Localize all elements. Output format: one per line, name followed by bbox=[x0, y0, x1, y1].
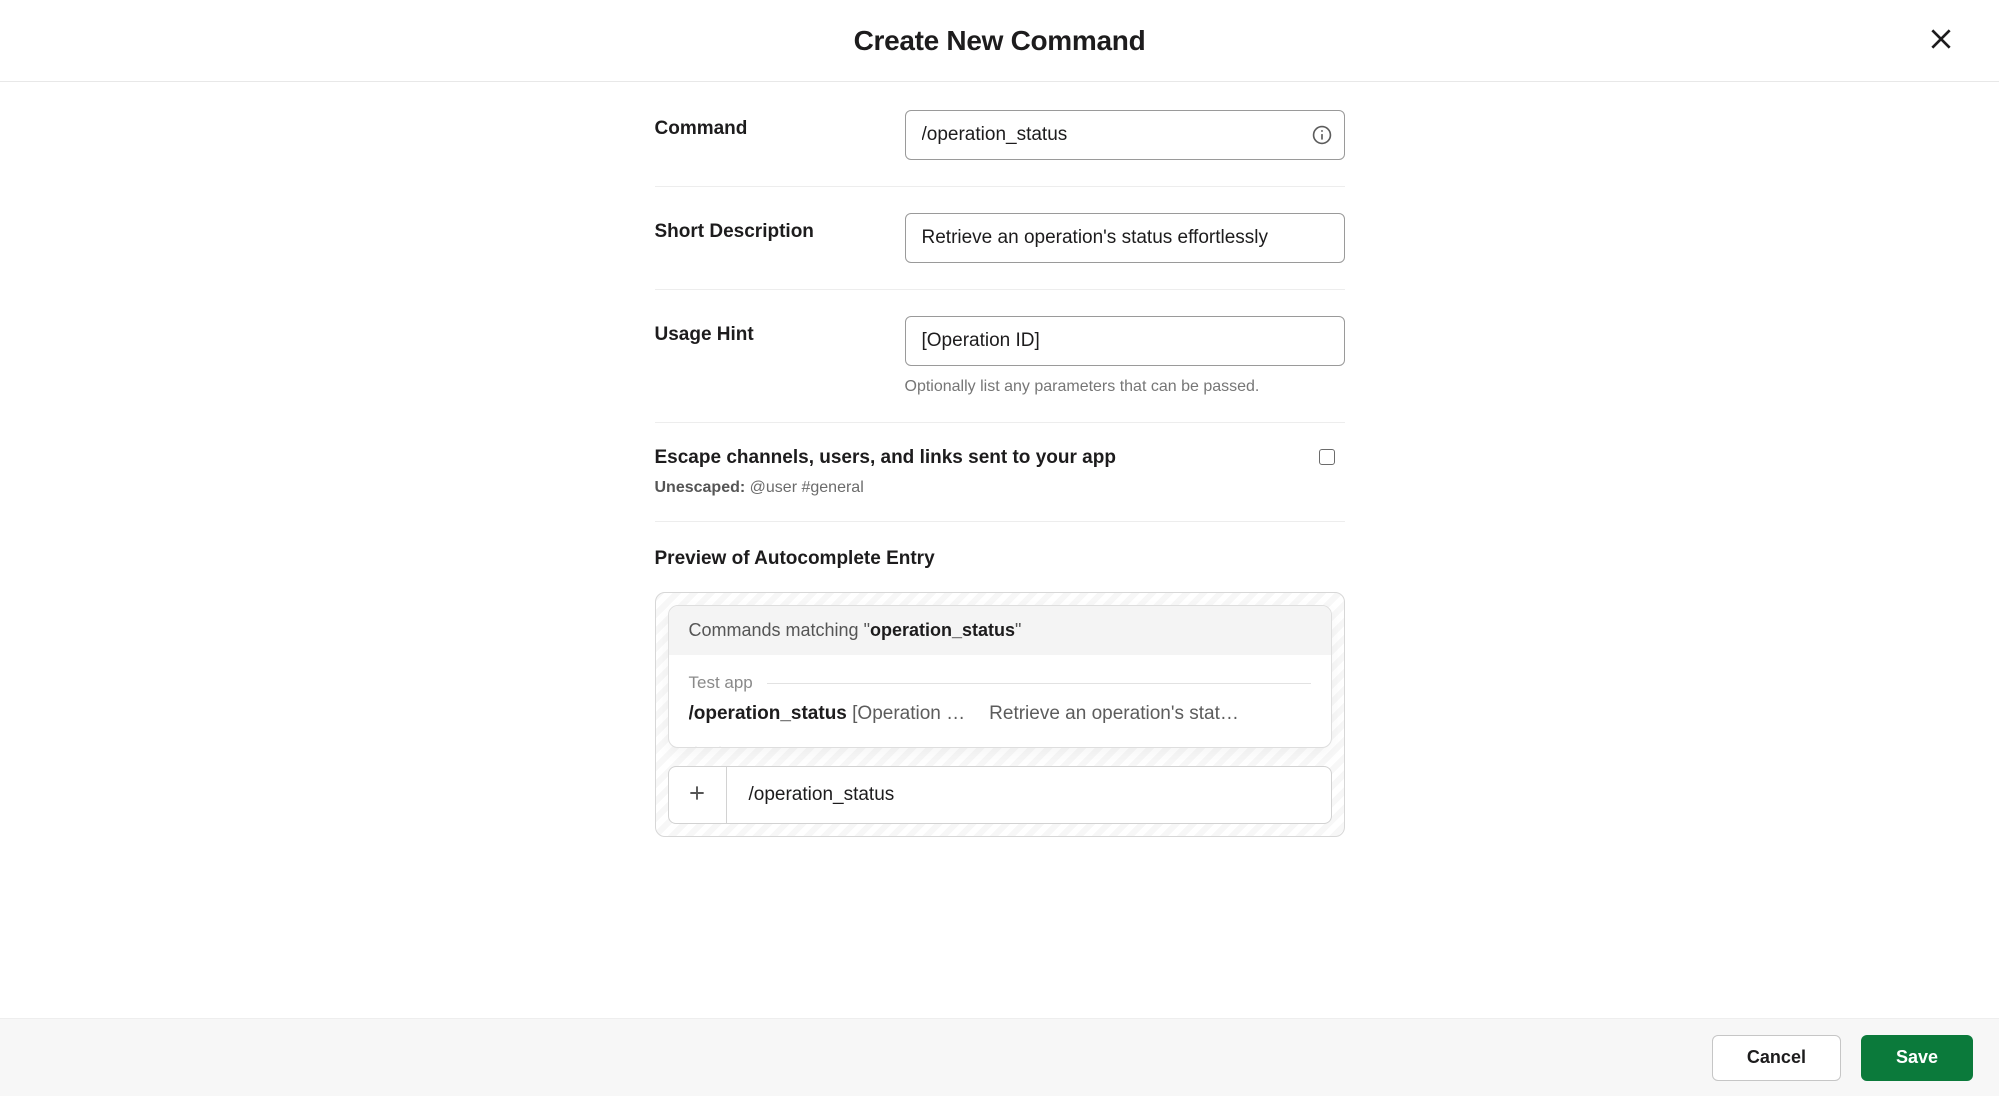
command-input[interactable] bbox=[905, 110, 1345, 160]
create-command-modal: Create New Command Command bbox=[0, 0, 1999, 1096]
close-icon bbox=[1928, 26, 1954, 55]
matching-prefix: Commands matching " bbox=[689, 620, 870, 640]
entry-command: /operation_status bbox=[689, 703, 847, 724]
divider-line bbox=[767, 683, 1311, 684]
form: Command bbox=[655, 102, 1345, 1018]
entry-description: Retrieve an operation's stat… bbox=[989, 703, 1310, 725]
row-short-description: Short Description bbox=[655, 187, 1345, 290]
preview-section: Preview of Autocomplete Entry Commands m… bbox=[655, 522, 1345, 837]
label-usage-hint: Usage Hint bbox=[655, 324, 905, 346]
modal-title: Create New Command bbox=[854, 25, 1146, 57]
cancel-button[interactable]: Cancel bbox=[1712, 1035, 1841, 1081]
row-usage-hint: Usage Hint Optionally list any parameter… bbox=[655, 290, 1345, 423]
escape-subtext: Unescaped: @user #general bbox=[655, 479, 1345, 497]
row-escape: Escape channels, users, and links sent t… bbox=[655, 423, 1345, 522]
entry-hint: [Operation … bbox=[852, 703, 965, 724]
escape-checkbox[interactable] bbox=[1319, 449, 1335, 465]
preview-title: Preview of Autocomplete Entry bbox=[655, 548, 1345, 570]
short-description-input[interactable] bbox=[905, 213, 1345, 263]
close-button[interactable] bbox=[1923, 23, 1959, 59]
usage-hint-helper: Optionally list any parameters that can … bbox=[905, 378, 1345, 396]
row-command: Command bbox=[655, 102, 1345, 187]
matching-query: operation_status bbox=[870, 620, 1015, 640]
escape-sub-label: Unescaped: bbox=[655, 479, 746, 496]
info-icon[interactable] bbox=[1311, 124, 1333, 146]
modal-header: Create New Command bbox=[0, 0, 1999, 82]
plus-icon bbox=[687, 783, 707, 808]
usage-hint-input[interactable] bbox=[905, 316, 1345, 366]
modal-body: Command bbox=[0, 82, 1999, 1018]
autocomplete-card: Commands matching "operation_status" Tes… bbox=[668, 605, 1332, 748]
label-short-description: Short Description bbox=[655, 221, 905, 243]
escape-sub-value: @user #general bbox=[750, 479, 864, 496]
modal-footer: Cancel Save bbox=[0, 1018, 1999, 1096]
composer-add-button[interactable] bbox=[669, 767, 727, 823]
autocomplete-entry: /operation_status [Operation … Retrieve … bbox=[689, 703, 1311, 725]
composer-text[interactable]: /operation_status bbox=[727, 767, 1331, 823]
save-button[interactable]: Save bbox=[1861, 1035, 1973, 1081]
preview-panel: Commands matching "operation_status" Tes… bbox=[655, 592, 1345, 837]
composer: /operation_status bbox=[668, 766, 1332, 824]
autocomplete-app-name: Test app bbox=[689, 673, 753, 693]
autocomplete-header: Commands matching "operation_status" bbox=[669, 606, 1331, 655]
label-command: Command bbox=[655, 118, 905, 140]
label-escape: Escape channels, users, and links sent t… bbox=[655, 447, 1345, 469]
matching-suffix: " bbox=[1015, 620, 1021, 640]
autocomplete-app-name-row: Test app bbox=[689, 673, 1311, 693]
